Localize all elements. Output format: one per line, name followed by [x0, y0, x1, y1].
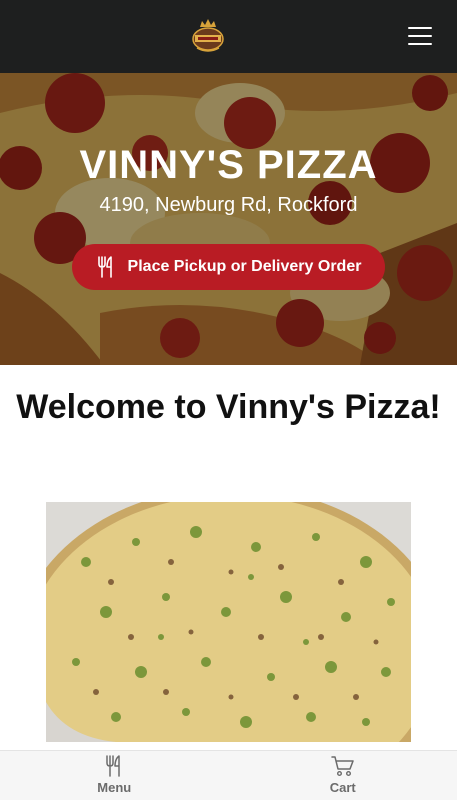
place-order-button[interactable]: Place Pickup or Delivery Order [72, 244, 385, 290]
vinnys-logo-icon[interactable] [191, 18, 225, 54]
hero-dark-overlay [0, 73, 457, 365]
place-order-label: Place Pickup or Delivery Order [127, 258, 362, 275]
restaurant-name: VINNY'S PIZZA [79, 143, 378, 187]
hero-banner: VINNY'S PIZZA 4190, Newburg Rd, Rockford… [0, 73, 457, 365]
nav-cart-label: Cart [329, 780, 356, 795]
hamburger-line [408, 43, 432, 45]
fork-knife-icon [106, 755, 120, 777]
hamburger-line [408, 35, 432, 37]
welcome-heading: Welcome to Vinny's Pizza! [16, 388, 441, 426]
bottom-navigation: Menu Cart [0, 750, 457, 800]
nav-cart-tab[interactable]: Cart [229, 751, 457, 800]
hamburger-line [408, 27, 432, 29]
pizza-photo-illustration [46, 502, 411, 742]
nav-menu-tab[interactable]: Menu [0, 751, 229, 800]
featured-pizza-image [46, 502, 411, 742]
hamburger-menu-button[interactable] [408, 27, 432, 47]
top-header [0, 0, 457, 73]
fork-knife-icon [97, 256, 112, 278]
nav-menu-label: Menu [97, 780, 132, 795]
cart-icon [331, 756, 354, 777]
restaurant-address: 4190, Newburg Rd, Rockford [99, 194, 358, 216]
